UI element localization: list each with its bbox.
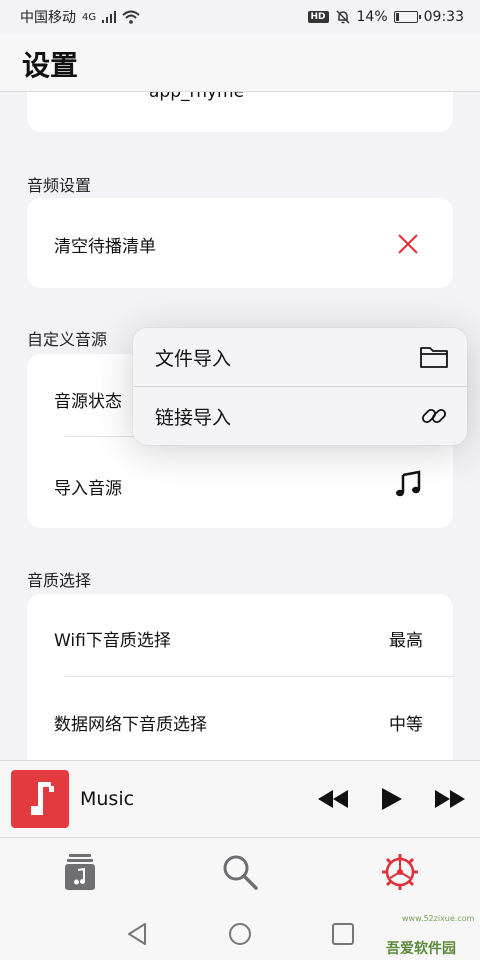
link-icon: [421, 408, 447, 424]
wifi-quality-value[interactable]: 最高: [389, 626, 423, 651]
row-divider: [65, 676, 453, 677]
import-source-label[interactable]: 导入音源: [54, 474, 122, 499]
home-circle-icon[interactable]: [227, 921, 253, 947]
section-custom-source-label: 自定义音源: [27, 330, 108, 349]
battery-level: [395, 13, 399, 21]
menu-item-link-import[interactable]: 链接导入: [133, 387, 467, 445]
site-watermark: www.52zixue.com 吾爱软件园: [372, 912, 480, 960]
back-triangle-icon[interactable]: [125, 921, 151, 947]
status-bar: 中国移动 4G HD 14% 09:33: [0, 0, 480, 34]
search-icon[interactable]: [220, 852, 260, 892]
music-note-icon: [31, 782, 54, 815]
clock: 09:33: [423, 9, 464, 25]
tab-bar: [0, 838, 480, 906]
recents-square-icon[interactable]: [330, 921, 356, 947]
rewind-icon[interactable]: [315, 783, 351, 815]
status-right: HD 14% 09:33: [307, 9, 464, 25]
mute-bell-icon: [335, 10, 350, 24]
battery-icon: [393, 11, 421, 23]
clear-x-icon[interactable]: [397, 233, 419, 255]
menu-item-label: 文件导入: [155, 348, 232, 370]
music-note-icon[interactable]: [395, 470, 421, 498]
page-title: 设置: [22, 49, 79, 82]
top-card-value: app_rhyme: [149, 92, 245, 102]
carrier-name: 中国移动: [20, 10, 76, 26]
album-cover[interactable]: [11, 770, 69, 828]
top-card: app_rhyme: [27, 92, 453, 132]
wifi-icon: [122, 10, 140, 24]
folder-icon: [420, 347, 448, 368]
watermark-url: www.52zixue.com: [402, 914, 475, 923]
clear-queue-row[interactable]: 清空待播清单: [27, 198, 453, 288]
page-header: 设置: [0, 34, 480, 92]
mobile-quality-value[interactable]: 中等: [389, 710, 423, 735]
clear-queue-label: 清空待播清单: [54, 237, 156, 257]
menu-item-file-import[interactable]: 文件导入: [133, 328, 467, 386]
status-left: 中国移动 4G: [20, 7, 140, 27]
network-type: 4G: [82, 11, 97, 23]
signal-icon: [102, 11, 117, 23]
fast-forward-icon[interactable]: [432, 783, 468, 815]
quality-card: Wifi下音质选择 最高 数据网络下音质选择 中等: [27, 594, 453, 760]
settings-gear-icon[interactable]: [380, 852, 420, 892]
menu-item-label: 链接导入: [155, 407, 232, 429]
mini-player[interactable]: Music: [0, 760, 480, 838]
hd-badge: HD: [307, 11, 329, 23]
battery-percent: 14%: [356, 9, 388, 25]
import-popup-menu: 文件导入 链接导入: [133, 328, 467, 445]
section-quality-label: 音质选择: [27, 571, 92, 590]
mobile-quality-label[interactable]: 数据网络下音质选择: [54, 710, 207, 735]
play-icon[interactable]: [374, 783, 410, 815]
watermark-text: 吾爱软件园: [386, 941, 456, 957]
wifi-quality-label[interactable]: Wifi下音质选择: [54, 626, 171, 651]
source-status-label[interactable]: 音源状态: [54, 387, 122, 412]
library-icon[interactable]: [60, 852, 100, 892]
section-audio-label: 音频设置: [27, 176, 92, 195]
player-track-title: Music: [80, 788, 135, 810]
